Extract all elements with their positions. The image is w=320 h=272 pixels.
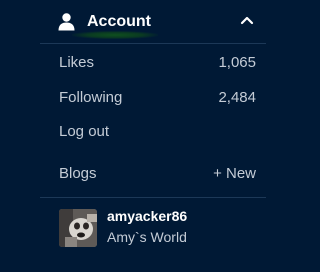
following-label: Following <box>59 88 123 106</box>
new-blog-button[interactable]: + New <box>213 165 256 182</box>
user-icon <box>58 13 75 31</box>
likes-link[interactable]: Likes 1,065 <box>59 52 256 72</box>
blog-avatar <box>59 209 97 247</box>
header-underline-decoration <box>72 31 158 39</box>
account-header-label: Account <box>87 13 151 30</box>
divider <box>40 43 266 44</box>
following-link[interactable]: Following 2,484 <box>59 87 256 107</box>
blogs-section-header: Blogs + New <box>59 163 256 183</box>
log-out-label: Log out <box>59 122 110 140</box>
likes-count: 1,065 <box>218 53 256 71</box>
blogs-label: Blogs <box>59 164 97 182</box>
log-out-link[interactable]: Log out <box>59 121 256 141</box>
following-count: 2,484 <box>218 88 256 106</box>
likes-label: Likes <box>59 53 95 71</box>
divider <box>40 197 266 198</box>
account-header[interactable]: Account <box>0 0 273 44</box>
blog-name: amyacker86 <box>107 208 188 224</box>
account-menu-panel: Account Likes 1,065 Following 2,484 Log … <box>0 0 273 272</box>
chevron-up-icon[interactable] <box>240 15 254 25</box>
blog-title: Amy`s World <box>107 229 187 245</box>
blog-item-amyacker86[interactable]: amyacker86 Amy`s World <box>59 206 259 248</box>
